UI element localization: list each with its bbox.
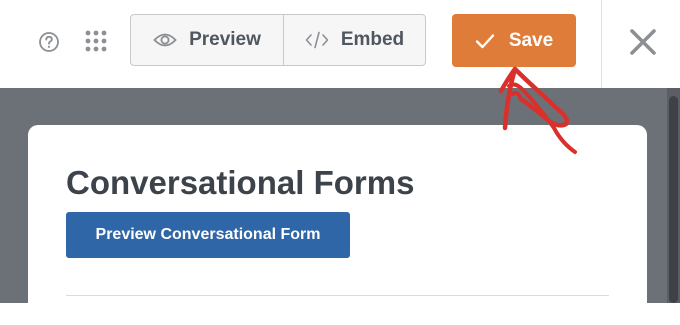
scrollbar-thumb[interactable] — [669, 96, 678, 303]
card-divider — [66, 295, 609, 296]
page-title: Conversational Forms — [66, 164, 415, 201]
code-icon — [305, 31, 329, 49]
preview-conversational-form-button[interactable]: Preview Conversational Form — [66, 212, 350, 258]
embed-button-label: Embed — [340, 29, 405, 50]
preview-button[interactable]: Preview — [131, 15, 284, 65]
preview-embed-group: Preview Embed — [130, 14, 426, 66]
close-icon[interactable] — [628, 27, 658, 57]
save-button[interactable]: Save — [452, 14, 576, 67]
save-button-label: Save — [508, 29, 554, 51]
preview-conversational-form-label: Preview Conversational Form — [95, 226, 321, 243]
checkmark-icon — [475, 33, 495, 48]
toolbar-divider — [601, 0, 602, 88]
embed-button[interactable]: Embed — [284, 15, 425, 65]
question-circle-icon[interactable] — [38, 31, 60, 53]
grid-dots-icon[interactable] — [85, 30, 107, 52]
eye-icon — [153, 33, 177, 47]
preview-button-label: Preview — [189, 29, 261, 50]
top-toolbar: Preview Embed Save — [0, 0, 680, 88]
